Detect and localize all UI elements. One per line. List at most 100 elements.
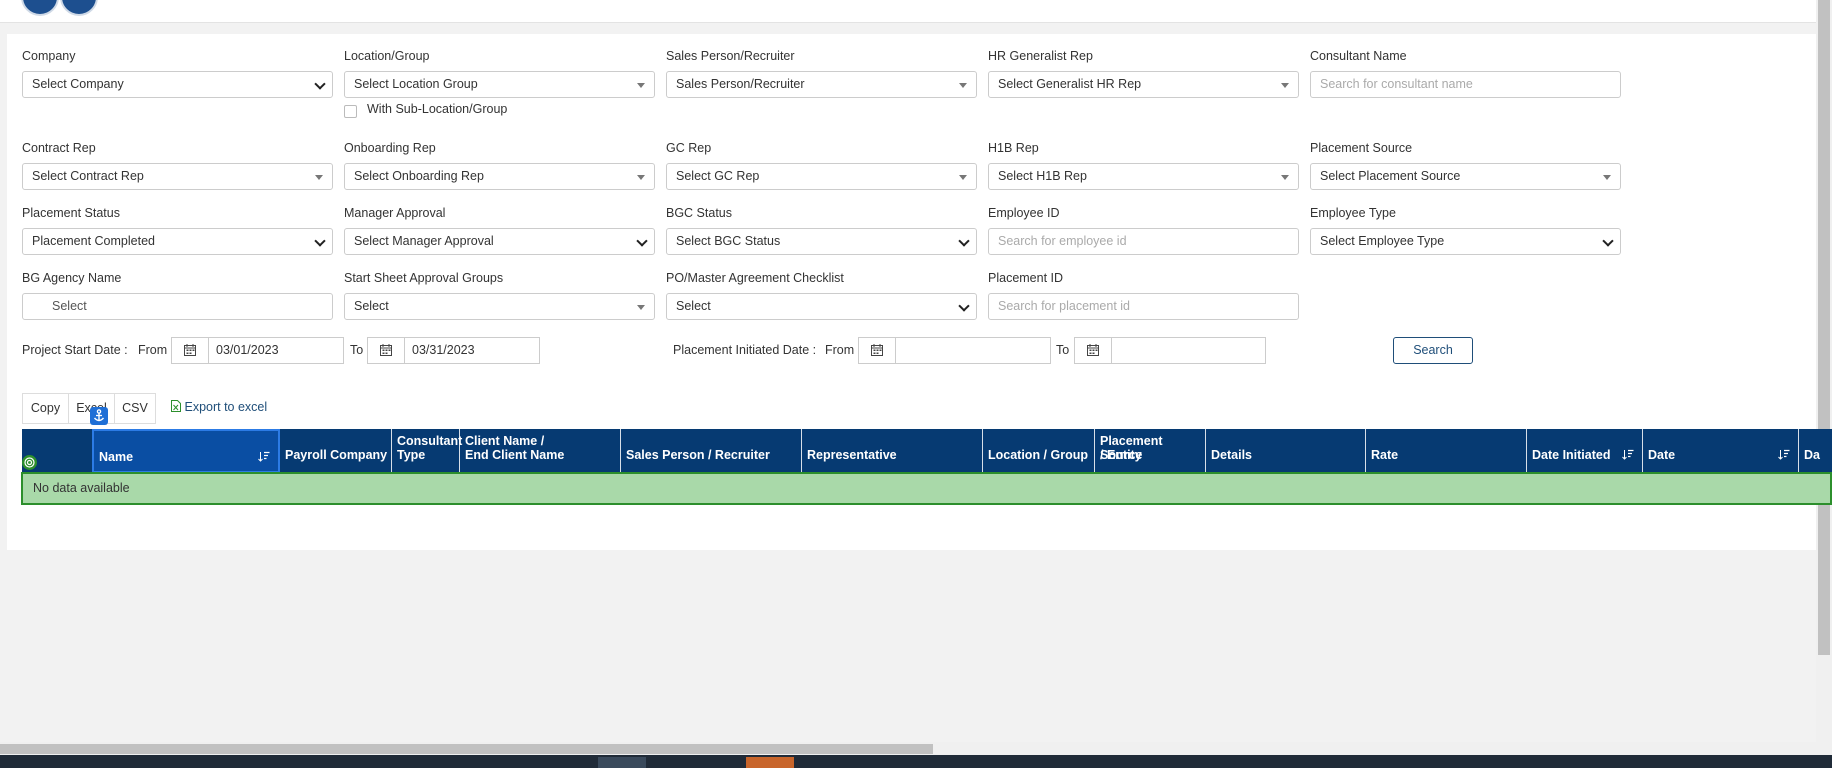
placement-to-label: To [1056, 343, 1070, 357]
placement-status-value: Placement Completed [32, 234, 155, 248]
column-header-date[interactable]: Date [1643, 429, 1799, 473]
sort-icon[interactable] [1622, 449, 1634, 460]
gc-rep-select[interactable]: Select GC Rep [666, 163, 977, 190]
sort-icon[interactable] [258, 451, 270, 462]
calendar-icon[interactable] [859, 338, 896, 363]
column-header-line1 [988, 434, 1094, 448]
onboarding-rep-select[interactable]: Select Onboarding Rep [344, 163, 655, 190]
column-header-line2: Details [1211, 448, 1252, 462]
column-header-consultant-type[interactable]: Consultant Type [392, 429, 463, 473]
po-checklist-label: PO/Master Agreement Checklist [666, 271, 844, 285]
caret-down-icon [1281, 83, 1289, 88]
column-header-truncated[interactable]: Da [1799, 429, 1832, 473]
column-header-name[interactable]: Name [92, 429, 280, 473]
column-header-sales-person[interactable]: Sales Person / Recruiter [621, 429, 802, 473]
sub-location-label: With Sub-Location/Group [367, 102, 508, 116]
column-header-location-group[interactable]: Location / Group [983, 429, 1095, 473]
manager-approval-label: Manager Approval [344, 206, 446, 220]
project-from-label: From [138, 343, 168, 357]
search-button[interactable]: Search [1393, 337, 1473, 364]
table-header: Name Payroll Company Consultant Type Clie… [22, 429, 1832, 473]
start-sheet-groups-select[interactable]: Select [344, 293, 655, 320]
contract-rep-label: Contract Rep [22, 141, 96, 155]
contract-rep-value: Select Contract Rep [32, 169, 144, 183]
avatar[interactable] [60, 0, 98, 16]
csv-button[interactable]: CSV [114, 393, 156, 424]
column-header-placement-source[interactable]: Placement Source / Entity [1095, 429, 1206, 473]
sort-icon[interactable] [1778, 449, 1790, 460]
calendar-icon[interactable] [1075, 338, 1112, 363]
sales-person-select[interactable]: Sales Person/Recruiter [666, 71, 977, 98]
placement-id-label: Placement ID [988, 271, 1064, 285]
employee-id-label: Employee ID [988, 206, 1060, 220]
calendar-icon[interactable] [368, 338, 405, 363]
caret-down-icon [1281, 175, 1289, 180]
company-value: Select Company [32, 77, 124, 91]
placement-from-label: From [825, 343, 855, 357]
calendar-icon[interactable] [172, 338, 209, 363]
gc-rep-value: Select GC Rep [676, 169, 760, 183]
h1b-rep-select[interactable]: Select H1B Rep [988, 163, 1299, 190]
employee-type-select[interactable]: Select Employee Type [1310, 228, 1621, 255]
avatar[interactable] [21, 0, 59, 16]
column-header-date-initiated[interactable]: Date Initiated [1527, 429, 1643, 473]
sales-person-label: Sales Person/Recruiter [666, 49, 795, 63]
contract-rep-select[interactable]: Select Contract Rep [22, 163, 333, 190]
column-header-client-name[interactable]: Client Name / End Client Name [460, 429, 621, 473]
project-start-to-input[interactable]: 03/31/2023 [367, 337, 540, 364]
target-icon[interactable] [22, 455, 37, 470]
location-group-select[interactable]: Select Location Group [344, 71, 655, 98]
column-header-line2: Payroll Company [285, 448, 388, 462]
sales-person-value: Sales Person/Recruiter [676, 77, 805, 91]
project-start-from-input[interactable]: 03/01/2023 [171, 337, 344, 364]
caret-down-icon [1603, 175, 1611, 180]
consultant-name-input[interactable]: Search for consultant name [1310, 71, 1621, 98]
taskbar-item[interactable] [598, 757, 646, 768]
bg-agency-select[interactable]: Select [22, 293, 333, 320]
placement-initiated-from-input[interactable] [858, 337, 1051, 364]
column-header-payroll-company[interactable]: Payroll Company [280, 429, 392, 473]
vertical-scrollbar-thumb[interactable] [1818, 0, 1830, 655]
placement-status-select[interactable]: Placement Completed [22, 228, 333, 255]
chevron-down-icon [314, 235, 326, 247]
h1b-rep-value: Select H1B Rep [998, 169, 1087, 183]
sub-location-checkbox[interactable] [344, 105, 357, 118]
placement-id-input[interactable]: Search for placement id [988, 293, 1299, 320]
placement-source-label: Placement Source [1310, 141, 1413, 155]
start-sheet-groups-value: Select [354, 299, 389, 313]
bgc-status-select[interactable]: Select BGC Status [666, 228, 977, 255]
employee-id-input[interactable]: Search for employee id [988, 228, 1299, 255]
column-header-line2: Sales Person / Recruiter [626, 448, 770, 462]
copy-button[interactable]: Copy [22, 393, 69, 424]
column-header-rate[interactable]: Rate [1366, 429, 1527, 473]
project-start-to-value: 03/31/2023 [412, 343, 475, 357]
po-checklist-select[interactable]: Select [666, 293, 977, 320]
column-header-line1 [99, 436, 278, 450]
column-header-details[interactable]: Details [1206, 429, 1366, 473]
column-header-line1: Placement Source [1100, 434, 1163, 462]
excel-file-icon [171, 400, 181, 412]
anchor-icon[interactable] [90, 407, 108, 425]
hr-generalist-select[interactable]: Select Generalist HR Rep [988, 71, 1299, 98]
column-header-line1 [626, 434, 801, 448]
manager-approval-select[interactable]: Select Manager Approval [344, 228, 655, 255]
caret-down-icon [315, 175, 323, 180]
employee-type-label: Employee Type [1310, 206, 1396, 220]
start-sheet-groups-label: Start Sheet Approval Groups [344, 271, 504, 285]
placement-initiated-to-input[interactable] [1074, 337, 1266, 364]
column-header-line1 [285, 434, 391, 448]
chevron-down-icon [314, 78, 326, 90]
column-header-line2: Type [397, 448, 426, 462]
manager-approval-value: Select Manager Approval [354, 234, 494, 248]
export-to-excel-link[interactable]: Export to excel [171, 400, 267, 414]
placement-source-select[interactable]: Select Placement Source [1310, 163, 1621, 190]
company-select[interactable]: Select Company [22, 71, 333, 98]
column-header-line1 [1648, 434, 1798, 448]
no-data-message: No data available [33, 481, 130, 495]
caret-down-icon [637, 305, 645, 310]
taskbar-item[interactable] [746, 757, 794, 768]
column-header-representative[interactable]: Representative [802, 429, 983, 473]
gc-rep-label: GC Rep [666, 141, 712, 155]
horizontal-scrollbar-thumb[interactable] [0, 744, 933, 754]
column-header-line1: Consultant [397, 434, 463, 448]
